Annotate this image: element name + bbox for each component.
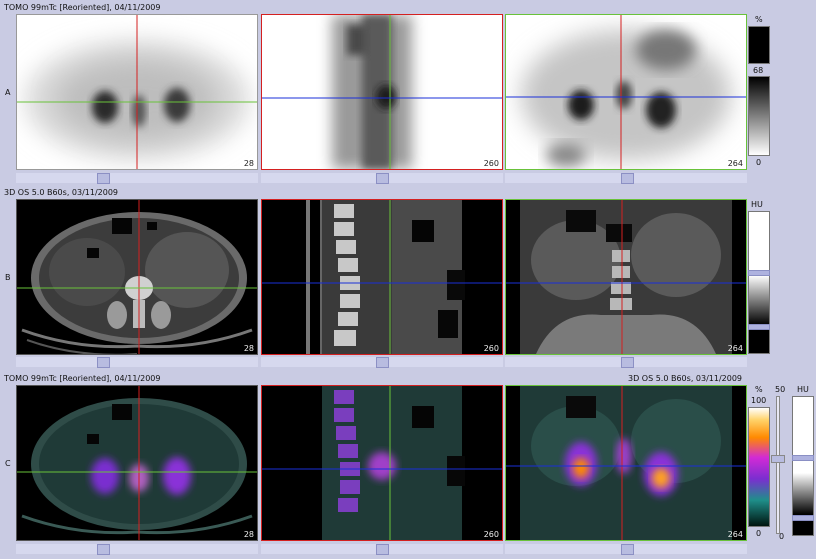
colorbar-a-min: 0	[756, 158, 762, 167]
slice-number-b3: 264	[727, 344, 743, 353]
panel-a-transverse[interactable]: 28	[16, 14, 258, 170]
row-b-letter: B	[5, 273, 11, 282]
slider-b1-thumb[interactable]	[97, 357, 110, 368]
slice-number-a1: 28	[243, 159, 254, 168]
panel-c-coronal[interactable]: 264	[505, 385, 747, 541]
slider-a3-thumb[interactable]	[621, 173, 634, 184]
panel-a-sagittal[interactable]: 260	[261, 14, 503, 170]
opacity-slider-track[interactable]	[776, 396, 780, 534]
colorbar-c-opacity-bottom: 0	[779, 532, 785, 541]
spect-transverse-image	[17, 15, 257, 169]
panel-c-sagittal[interactable]: 260	[261, 385, 503, 541]
slice-number-b2: 260	[483, 344, 499, 353]
row-c-letter: C	[5, 459, 11, 468]
slice-number-a2: 260	[483, 159, 499, 168]
colorbar-c-pct-min: 0	[756, 529, 762, 538]
fusion-transverse-image	[17, 386, 257, 540]
row-a-title: TOMO 99mTc [Reoriented], 04/11/2009	[4, 3, 161, 12]
colorbar-c-hu-lower-handle[interactable]	[792, 515, 814, 521]
slider-c3-thumb[interactable]	[621, 544, 634, 555]
colorbar-c-pct-max: 100	[751, 396, 767, 405]
slice-number-c1: 28	[243, 530, 254, 539]
fusion-sagittal-image	[262, 386, 502, 540]
colorbar-a-unit: %	[755, 15, 763, 24]
slider-b1[interactable]	[16, 357, 258, 367]
colorbar-a-gradient[interactable]	[748, 76, 770, 156]
slider-b3-thumb[interactable]	[621, 357, 634, 368]
slice-number-b1: 28	[243, 344, 254, 353]
colorbar-c-pct-unit: %	[755, 385, 763, 394]
slider-c2-thumb[interactable]	[376, 544, 389, 555]
fusion-coronal-image	[506, 386, 746, 540]
row-c-title-right: 3D OS 5.0 B60s, 03/11/2009	[628, 374, 743, 383]
colorbar-c-hu-unit: HU	[797, 385, 809, 394]
opacity-slider-thumb[interactable]	[771, 455, 785, 463]
ct-sagittal-image	[262, 200, 502, 354]
slider-c1[interactable]	[16, 544, 258, 554]
panel-a-coronal[interactable]: 264	[505, 14, 747, 170]
slider-a1[interactable]	[16, 173, 258, 183]
spect-sagittal-image	[262, 15, 502, 169]
colorbar-b-lower-handle[interactable]	[748, 324, 770, 330]
panel-b-coronal[interactable]: 264	[505, 199, 747, 355]
colorbar-c-opacity-top: 50	[775, 385, 786, 394]
panel-b-sagittal[interactable]: 260	[261, 199, 503, 355]
spect-coronal-image	[506, 15, 746, 169]
colorbar-a-max: 68	[753, 66, 764, 75]
panel-c-transverse[interactable]: 28	[16, 385, 258, 541]
row-c-title: TOMO 99mTc [Reoriented], 04/11/2009	[4, 374, 161, 383]
panel-b-transverse[interactable]: 28	[16, 199, 258, 355]
slider-a2-thumb[interactable]	[376, 173, 389, 184]
colorbar-b-unit: HU	[751, 200, 763, 209]
colorbar-b-upper-handle[interactable]	[748, 270, 770, 276]
ct-transverse-image	[17, 200, 257, 354]
slice-number-c2: 260	[483, 530, 499, 539]
slider-b2-thumb[interactable]	[376, 357, 389, 368]
slider-c1-thumb[interactable]	[97, 544, 110, 555]
slider-a1-thumb[interactable]	[97, 173, 110, 184]
row-a-letter: A	[5, 88, 11, 97]
ct-coronal-image	[506, 200, 746, 354]
slice-number-a3: 264	[727, 159, 743, 168]
colorbar-a-top[interactable]	[748, 26, 770, 64]
colorbar-c-hu-upper-handle[interactable]	[792, 455, 814, 461]
slice-number-c3: 264	[727, 530, 743, 539]
row-b-title: 3D OS 5.0 B60s, 03/11/2009	[4, 188, 119, 197]
colorbar-c-pct-gradient[interactable]	[748, 407, 770, 527]
colorbar-b-gradient[interactable]	[748, 211, 770, 354]
